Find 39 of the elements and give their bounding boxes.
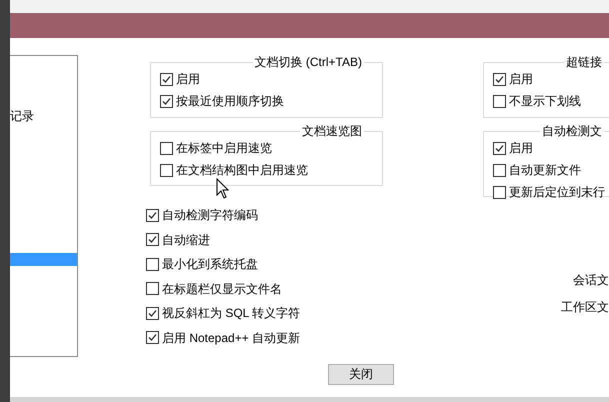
option-label: 按最近使用顺序切换	[176, 93, 284, 110]
checkbox[interactable]	[146, 282, 159, 295]
checkbox[interactable]	[493, 164, 506, 176]
checkbox[interactable]	[160, 94, 173, 108]
checkbox[interactable]	[493, 94, 506, 108]
option-label: 自动检测字符编码	[162, 207, 258, 224]
field-label: 会话文	[573, 272, 609, 289]
group-title: 文档速览图	[300, 123, 364, 139]
checkbox[interactable]	[493, 186, 506, 198]
option-label: 自动更新文件	[509, 162, 581, 179]
group-title: 超链接	[564, 54, 604, 70]
checkbox[interactable]	[146, 208, 159, 222]
option-label: 更新后定位到末行	[509, 184, 605, 201]
option-label: 启用	[509, 71, 533, 88]
option-label: 在文档结构图中启用速览	[176, 162, 308, 179]
option-label: 在标签中启用速览	[176, 140, 272, 157]
checkbox[interactable]	[146, 331, 159, 344]
checkbox[interactable]	[160, 164, 173, 176]
list-item[interactable]: 记录	[10, 110, 77, 123]
option-label: 启用 Notepad++ 自动更新	[162, 330, 300, 346]
option-label: 自动缩进	[162, 232, 210, 248]
option-label: 在标题栏仅显示文件名	[162, 280, 282, 298]
cursor-icon	[216, 178, 229, 199]
group-title: 自动检测文	[540, 123, 604, 139]
checkbox[interactable]	[493, 142, 506, 154]
checkbox[interactable]	[160, 72, 173, 86]
checkbox[interactable]	[146, 258, 159, 270]
option-label: 视反斜杠为 SQL 转义字符	[162, 305, 300, 322]
checkbox[interactable]	[146, 233, 159, 246]
checkbox[interactable]	[146, 306, 159, 320]
close-button[interactable]: 关闭	[328, 364, 394, 384]
option-label: 不显示下划线	[509, 93, 581, 110]
option-label: 最小化到系统托盘	[162, 256, 258, 273]
option-label: 启用	[176, 71, 200, 88]
field-label: 工作区文	[561, 299, 609, 316]
group-title: 文档切换 (Ctrl+TAB)	[252, 54, 364, 70]
checkbox[interactable]	[160, 142, 173, 154]
option-label: 启用	[509, 140, 533, 157]
checkbox[interactable]	[493, 72, 506, 86]
